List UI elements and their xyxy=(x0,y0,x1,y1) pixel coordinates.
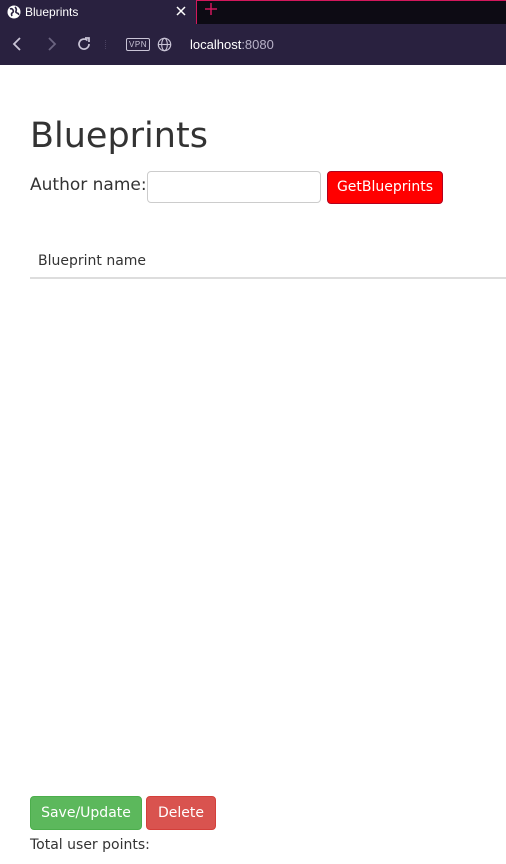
tab-accent-line xyxy=(196,0,506,1)
browser-tab[interactable]: Blueprints xyxy=(0,0,196,24)
save-update-button[interactable]: Save/Update xyxy=(30,796,142,830)
column-header-blueprint-name: Blueprint name xyxy=(38,253,147,269)
blueprints-table: Blueprint name xyxy=(30,244,506,279)
reload-icon[interactable] xyxy=(76,36,92,52)
table-header-row: Blueprint name xyxy=(30,244,506,279)
vpn-badge[interactable]: VPN xyxy=(126,38,150,51)
total-user-points: Total user points: xyxy=(30,837,150,853)
author-name-label: Author name: xyxy=(30,175,147,195)
close-icon[interactable] xyxy=(174,4,188,18)
page-title: Blueprints xyxy=(30,116,208,156)
url-port: :8080 xyxy=(241,37,274,52)
new-tab-icon[interactable] xyxy=(204,2,218,16)
address-bar: VPN localhost:8080 xyxy=(0,24,506,65)
get-blueprints-button[interactable]: GetBlueprints xyxy=(327,171,443,204)
tab-accent-edge xyxy=(196,0,197,24)
forward-icon[interactable] xyxy=(43,36,59,52)
globe-icon xyxy=(7,5,21,19)
back-icon[interactable] xyxy=(10,36,26,52)
url-field[interactable]: localhost:8080 xyxy=(190,36,274,53)
tab-title: Blueprints xyxy=(25,5,79,19)
page-content: Blueprints Author name: GetBlueprints Bl… xyxy=(0,65,506,864)
nav-separator xyxy=(105,40,108,49)
author-name-input[interactable] xyxy=(147,171,321,203)
url-host: localhost xyxy=(190,37,242,52)
tab-bar: Blueprints xyxy=(0,0,506,24)
delete-button[interactable]: Delete xyxy=(146,796,216,830)
site-info-icon[interactable] xyxy=(157,37,172,52)
